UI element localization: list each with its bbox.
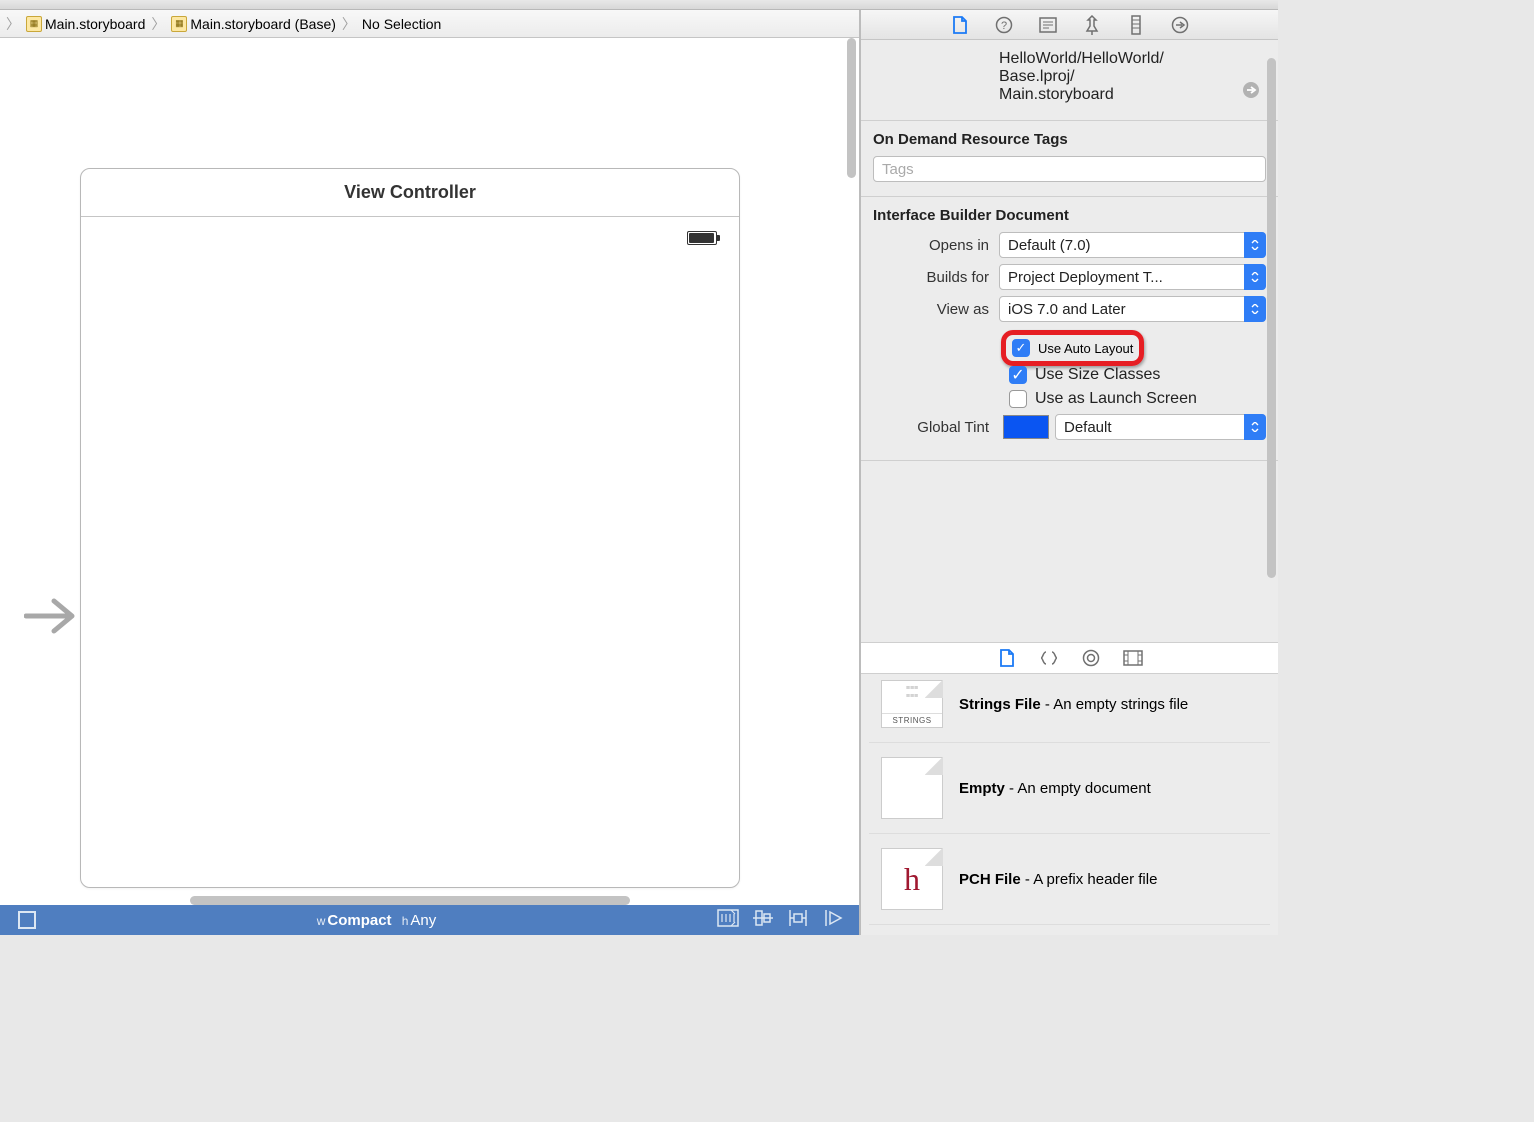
breadcrumb-seg-file[interactable]: ▦ Main.storyboard: [22, 16, 149, 32]
use-as-launch-label: Use as Launch Screen: [1035, 390, 1197, 408]
view-controller-scene[interactable]: View Controller: [80, 168, 740, 888]
builds-for-select[interactable]: Project Deployment T...: [999, 264, 1266, 290]
global-tint-label: Global Tint: [873, 419, 999, 436]
opens-in-label: Opens in: [873, 237, 999, 254]
stack-tool-icon[interactable]: [717, 909, 739, 931]
breadcrumb-seg-base[interactable]: ▦ Main.storyboard (Base): [167, 16, 340, 32]
builds-for-label: Builds for: [873, 269, 999, 286]
empty-file-icon: [881, 757, 943, 819]
pin-tool-icon[interactable]: [787, 909, 809, 931]
inspector-pane: ? HelloWorld/HelloWorld/ Base.lproj/ Mai…: [860, 10, 1278, 935]
ondemand-section-title: On Demand Resource Tags: [873, 131, 1266, 148]
use-autolayout-label: Use Auto Layout: [1038, 341, 1133, 356]
svg-text:?: ?: [1000, 20, 1006, 32]
library-item-pch[interactable]: h PCH File - A prefix header file: [869, 834, 1270, 925]
attributes-inspector-tab-icon[interactable]: [1082, 15, 1102, 35]
size-inspector-tab-icon[interactable]: [1126, 15, 1146, 35]
lib-item-desc: - An empty document: [1005, 780, 1151, 797]
help-inspector-tab-icon[interactable]: ?: [994, 15, 1014, 35]
lib-item-title: Strings File: [959, 696, 1041, 713]
window-titlebar: [0, 0, 1278, 10]
breadcrumb-seg-selection[interactable]: No Selection: [358, 16, 445, 32]
breadcrumb-label: No Selection: [362, 16, 441, 32]
media-lib-tab-icon[interactable]: [1123, 648, 1143, 668]
file-path-section: HelloWorld/HelloWorld/ Base.lproj/ Main.…: [861, 40, 1278, 121]
size-h-value: Any: [410, 912, 436, 929]
connections-inspector-tab-icon[interactable]: [1170, 15, 1190, 35]
view-as-label: View as: [873, 301, 999, 318]
reveal-arrow-icon[interactable]: [1242, 81, 1260, 104]
outline-toggle-button[interactable]: [18, 911, 36, 929]
horizontal-scrollbar[interactable]: [190, 896, 630, 905]
library-tabs: [861, 642, 1278, 674]
global-tint-color-well[interactable]: [1003, 415, 1049, 439]
breadcrumb-bar: 〉 ▦ Main.storyboard 〉 ▦ Main.storyboard …: [0, 10, 859, 38]
battery-icon: [687, 231, 717, 245]
chevron-right-icon: 〉: [4, 14, 22, 34]
size-w-value: Compact: [327, 912, 391, 929]
object-lib-tab-icon[interactable]: [1081, 648, 1101, 668]
storyboard-file-icon: ▦: [171, 16, 187, 32]
initial-scene-arrow-icon[interactable]: [24, 593, 80, 642]
library-list: ≡≡≡≡≡≡ STRINGS Strings File - An empty s…: [861, 674, 1278, 935]
breadcrumb-label: Main.storyboard: [45, 16, 145, 32]
opens-in-select[interactable]: Default (7.0): [999, 232, 1266, 258]
align-tool-icon[interactable]: [753, 909, 773, 931]
size-w-prefix: w: [317, 914, 326, 928]
file-inspector-tab-icon[interactable]: [950, 15, 970, 35]
file-template-lib-tab-icon[interactable]: [997, 648, 1017, 668]
size-h-prefix: h: [402, 914, 409, 928]
library-item-strings[interactable]: ≡≡≡≡≡≡ STRINGS Strings File - An empty s…: [869, 674, 1270, 743]
canvas-bottom-toolbar: wCompact hAny: [0, 905, 859, 935]
scene-title: View Controller: [81, 169, 739, 217]
view-as-select[interactable]: iOS 7.0 and Later: [999, 296, 1266, 322]
path-line: Main.storyboard: [999, 86, 1262, 104]
size-class-selector[interactable]: wCompact hAny: [36, 912, 717, 929]
library-item-empty[interactable]: Empty - An empty document: [869, 743, 1270, 834]
pch-file-icon: h: [881, 848, 943, 910]
use-size-classes-label: Use Size Classes: [1035, 366, 1160, 384]
storyboard-canvas[interactable]: View Controller: [0, 38, 859, 905]
inspector-scrollbar[interactable]: [1267, 58, 1276, 578]
ibd-section-title: Interface Builder Document: [873, 207, 1266, 224]
storyboard-file-icon: ▦: [26, 16, 42, 32]
chevron-right-icon: 〉: [149, 14, 167, 34]
lib-item-title: PCH File: [959, 871, 1021, 888]
lib-item-title: Empty: [959, 780, 1005, 797]
use-size-classes-checkbox[interactable]: ✓: [1009, 366, 1027, 384]
global-tint-select[interactable]: Default: [1055, 414, 1266, 440]
path-line: Base.lproj/: [999, 68, 1262, 86]
breadcrumb-label: Main.storyboard (Base): [190, 16, 336, 32]
tags-input[interactable]: [873, 156, 1266, 182]
lib-item-desc: - An empty strings file: [1041, 696, 1189, 713]
autolayout-highlight: ✓ Use Auto Layout: [1001, 330, 1144, 366]
use-autolayout-checkbox[interactable]: ✓: [1012, 339, 1030, 357]
code-snippet-lib-tab-icon[interactable]: [1039, 648, 1059, 668]
strings-file-icon: ≡≡≡≡≡≡ STRINGS: [881, 680, 943, 728]
inspector-tabs: ?: [861, 10, 1278, 40]
identity-inspector-tab-icon[interactable]: [1038, 15, 1058, 35]
path-line: HelloWorld/HelloWorld/: [999, 50, 1262, 68]
use-as-launch-checkbox[interactable]: [1009, 390, 1027, 408]
vertical-scrollbar[interactable]: [847, 38, 856, 178]
resolve-tool-icon[interactable]: [823, 909, 845, 931]
editor-pane: 〉 ▦ Main.storyboard 〉 ▦ Main.storyboard …: [0, 10, 860, 935]
chevron-right-icon: 〉: [340, 14, 358, 34]
lib-item-desc: - A prefix header file: [1021, 871, 1158, 888]
